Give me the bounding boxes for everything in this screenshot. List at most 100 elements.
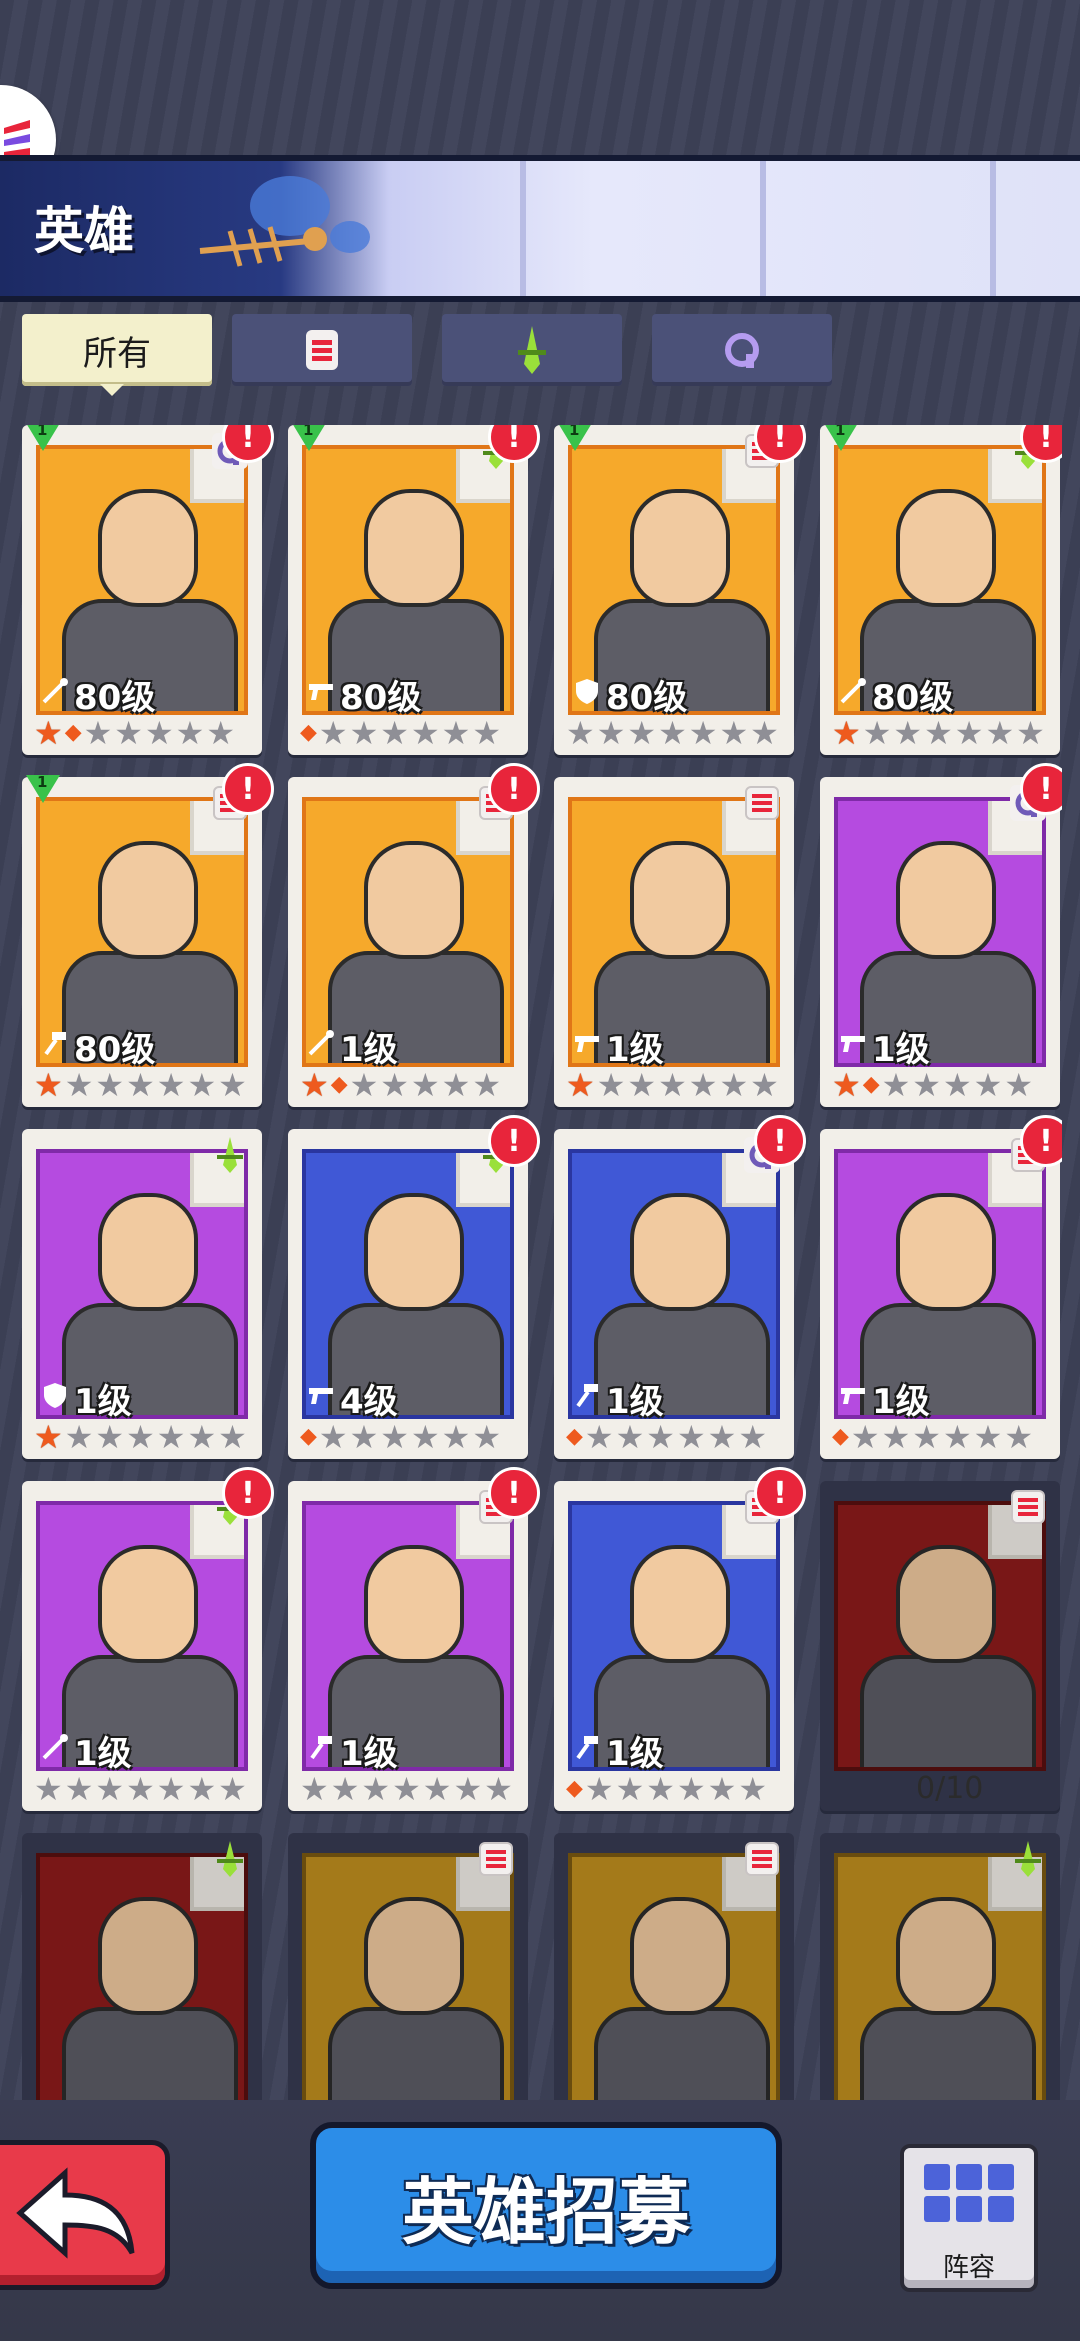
- star-icon: ★: [942, 1066, 972, 1104]
- star-icon: ★: [707, 1418, 737, 1456]
- hero-level: 1级: [40, 1726, 132, 1775]
- star-icon: ★: [156, 1066, 186, 1104]
- hero-level-text: 1级: [872, 1030, 930, 1070]
- hero-portrait: [36, 1853, 248, 2115]
- star-icon: ★: [441, 1418, 471, 1456]
- star-icon: ★: [954, 714, 984, 752]
- hero-body: [62, 2007, 238, 2115]
- star-icon: ★: [392, 1770, 421, 1808]
- lineup-button[interactable]: 阵容: [900, 2144, 1038, 2292]
- alert-icon: !: [754, 1467, 806, 1519]
- hero-card[interactable]: [288, 1833, 528, 2115]
- star-icon: ★: [750, 1066, 779, 1104]
- hero-card[interactable]: [22, 1833, 262, 2115]
- hero-card[interactable]: ! 1级 ★ ◆ ★ ★ ★ ★ ★: [820, 763, 1062, 1107]
- hero-card[interactable]: 0/10: [820, 1481, 1060, 1811]
- hero-card[interactable]: 1! 80级 ★ ◆ ★ ★ ★ ★ ★: [22, 425, 274, 755]
- star-icon: ★: [218, 1770, 247, 1808]
- star-icon: ★: [34, 1770, 63, 1808]
- hero-card[interactable]: 1级 ★ ★ ★ ★ ★ ★ ★: [554, 777, 794, 1107]
- hero-level: 80级: [40, 1022, 155, 1071]
- star-icon: ★: [300, 1770, 329, 1808]
- star-icon: ★: [658, 1066, 687, 1104]
- star-icon: ★: [942, 1418, 972, 1456]
- hero-level: 1级: [40, 1374, 132, 1423]
- hero-card[interactable]: 1! 80级 ★ ★ ★ ★ ★ ★ ★: [22, 763, 274, 1107]
- filter-tab-q-class[interactable]: [652, 314, 832, 386]
- filter-tab-e-class[interactable]: [232, 314, 412, 386]
- star-icon: ◆: [566, 1424, 583, 1449]
- hero-card[interactable]: ! 1级 ◆ ★ ★ ★ ★ ★ ★: [554, 1467, 806, 1811]
- back-arrow-icon: [16, 2167, 135, 2259]
- hero-card[interactable]: ! 1级 ◆ ★ ★ ★ ★ ★ ★: [554, 1115, 806, 1459]
- hero-level-text: 1级: [606, 1382, 664, 1422]
- star-icon: ★: [832, 1066, 861, 1104]
- hero-head: [630, 1897, 730, 2015]
- star-rating: ◆ ★ ★ ★ ★ ★ ★: [300, 1419, 501, 1455]
- banner-crack: [990, 161, 996, 296]
- rank-badge-text: 1: [303, 425, 314, 439]
- alert-icon: !: [754, 1115, 806, 1167]
- hero-head: [98, 841, 198, 959]
- hero-level: 80级: [306, 670, 421, 719]
- alert-icon: !: [488, 1115, 540, 1167]
- e-class-icon: [306, 330, 338, 370]
- dagger-class-icon: [210, 1839, 250, 1879]
- rank-badge-text: 1: [37, 425, 48, 439]
- hero-card[interactable]: 1! 80级 ★ ★ ★ ★ ★ ★ ★: [820, 425, 1062, 755]
- hero-head: [364, 1897, 464, 2015]
- star-icon: ★: [566, 714, 595, 752]
- hero-grid: 1! 80级 ★ ◆ ★ ★ ★ ★ ★ 1! 80级 ◆ ★ ★ ★ ★ ★ ★ 1! 80级 ★ ★ ★ ★ ★ ★ ★ 1! 80…: [22, 425, 1062, 2115]
- star-icon: ★: [973, 1066, 1003, 1104]
- staff-icon: [838, 675, 868, 715]
- star-icon: ★: [318, 714, 348, 752]
- grid-icon: [924, 2164, 1014, 2222]
- star-icon: ★: [64, 1066, 94, 1104]
- star-icon: ★: [738, 1770, 768, 1808]
- hero-card[interactable]: ! 4级 ◆ ★ ★ ★ ★ ★ ★: [288, 1115, 540, 1459]
- star-icon: ★: [187, 1418, 217, 1456]
- rank-badge-text: 1: [835, 425, 846, 439]
- hero-level-text: 1级: [606, 1030, 664, 1070]
- filter-all-tab[interactable]: 所有: [22, 314, 212, 396]
- bottom-bar: 英雄招募 阵容: [0, 2100, 1080, 2341]
- star-icon: ★: [380, 714, 409, 752]
- star-rating: ★ ◆ ★ ★ ★ ★ ★: [34, 715, 235, 751]
- star-rating: ★ ★ ★ ★ ★ ★ ★: [34, 1067, 247, 1103]
- star-icon: ◆: [300, 720, 317, 745]
- hero-card[interactable]: 1级 ★ ★ ★ ★ ★ ★ ★: [22, 1129, 262, 1459]
- filter-tabs: 所有: [22, 314, 1062, 396]
- gun-icon: [838, 1027, 868, 1067]
- star-icon: ★: [156, 1770, 186, 1808]
- hero-head: [98, 489, 198, 607]
- star-icon: ★: [912, 1066, 941, 1104]
- hero-recruit-button[interactable]: 英雄招募: [310, 2122, 782, 2289]
- e-class-icon: [476, 1839, 516, 1879]
- star-icon: ★: [1016, 714, 1045, 752]
- hero-card[interactable]: 1! 80级 ★ ★ ★ ★ ★ ★ ★: [554, 425, 806, 755]
- filter-tab-dagger-class[interactable]: [442, 314, 622, 386]
- hero-card[interactable]: ! 1级 ★ ★ ★ ★ ★ ★ ★: [22, 1467, 274, 1811]
- alert-icon: !: [222, 1467, 274, 1519]
- hero-card[interactable]: [820, 1833, 1060, 2115]
- hero-level: 1级: [838, 1022, 930, 1071]
- hero-card[interactable]: 1! 80级 ◆ ★ ★ ★ ★ ★ ★: [288, 425, 540, 755]
- star-icon: ◆: [862, 1072, 880, 1097]
- top-bar: [0, 0, 1080, 195]
- hero-card[interactable]: ! 1级 ★ ★ ★ ★ ★ ★ ★: [288, 1467, 540, 1811]
- star-icon: ★: [973, 1418, 1003, 1456]
- star-icon: ★: [410, 1418, 440, 1456]
- back-button[interactable]: [0, 2140, 170, 2290]
- rank-badge: 1: [558, 425, 592, 451]
- star-icon: ★: [1004, 1066, 1034, 1104]
- hero-card[interactable]: ! 1级 ◆ ★ ★ ★ ★ ★ ★: [820, 1115, 1062, 1459]
- star-icon: ★: [566, 1066, 595, 1104]
- hero-card[interactable]: [554, 1833, 794, 2115]
- star-icon: ★: [114, 714, 143, 752]
- hero-card[interactable]: ! 1级 ★ ◆ ★ ★ ★ ★ ★: [288, 763, 540, 1107]
- star-icon: ★: [719, 714, 749, 752]
- rank-badge: 1: [292, 425, 326, 451]
- star-icon: ★: [34, 1418, 63, 1456]
- star-icon: ★: [441, 714, 471, 752]
- star-icon: ★: [380, 1066, 409, 1104]
